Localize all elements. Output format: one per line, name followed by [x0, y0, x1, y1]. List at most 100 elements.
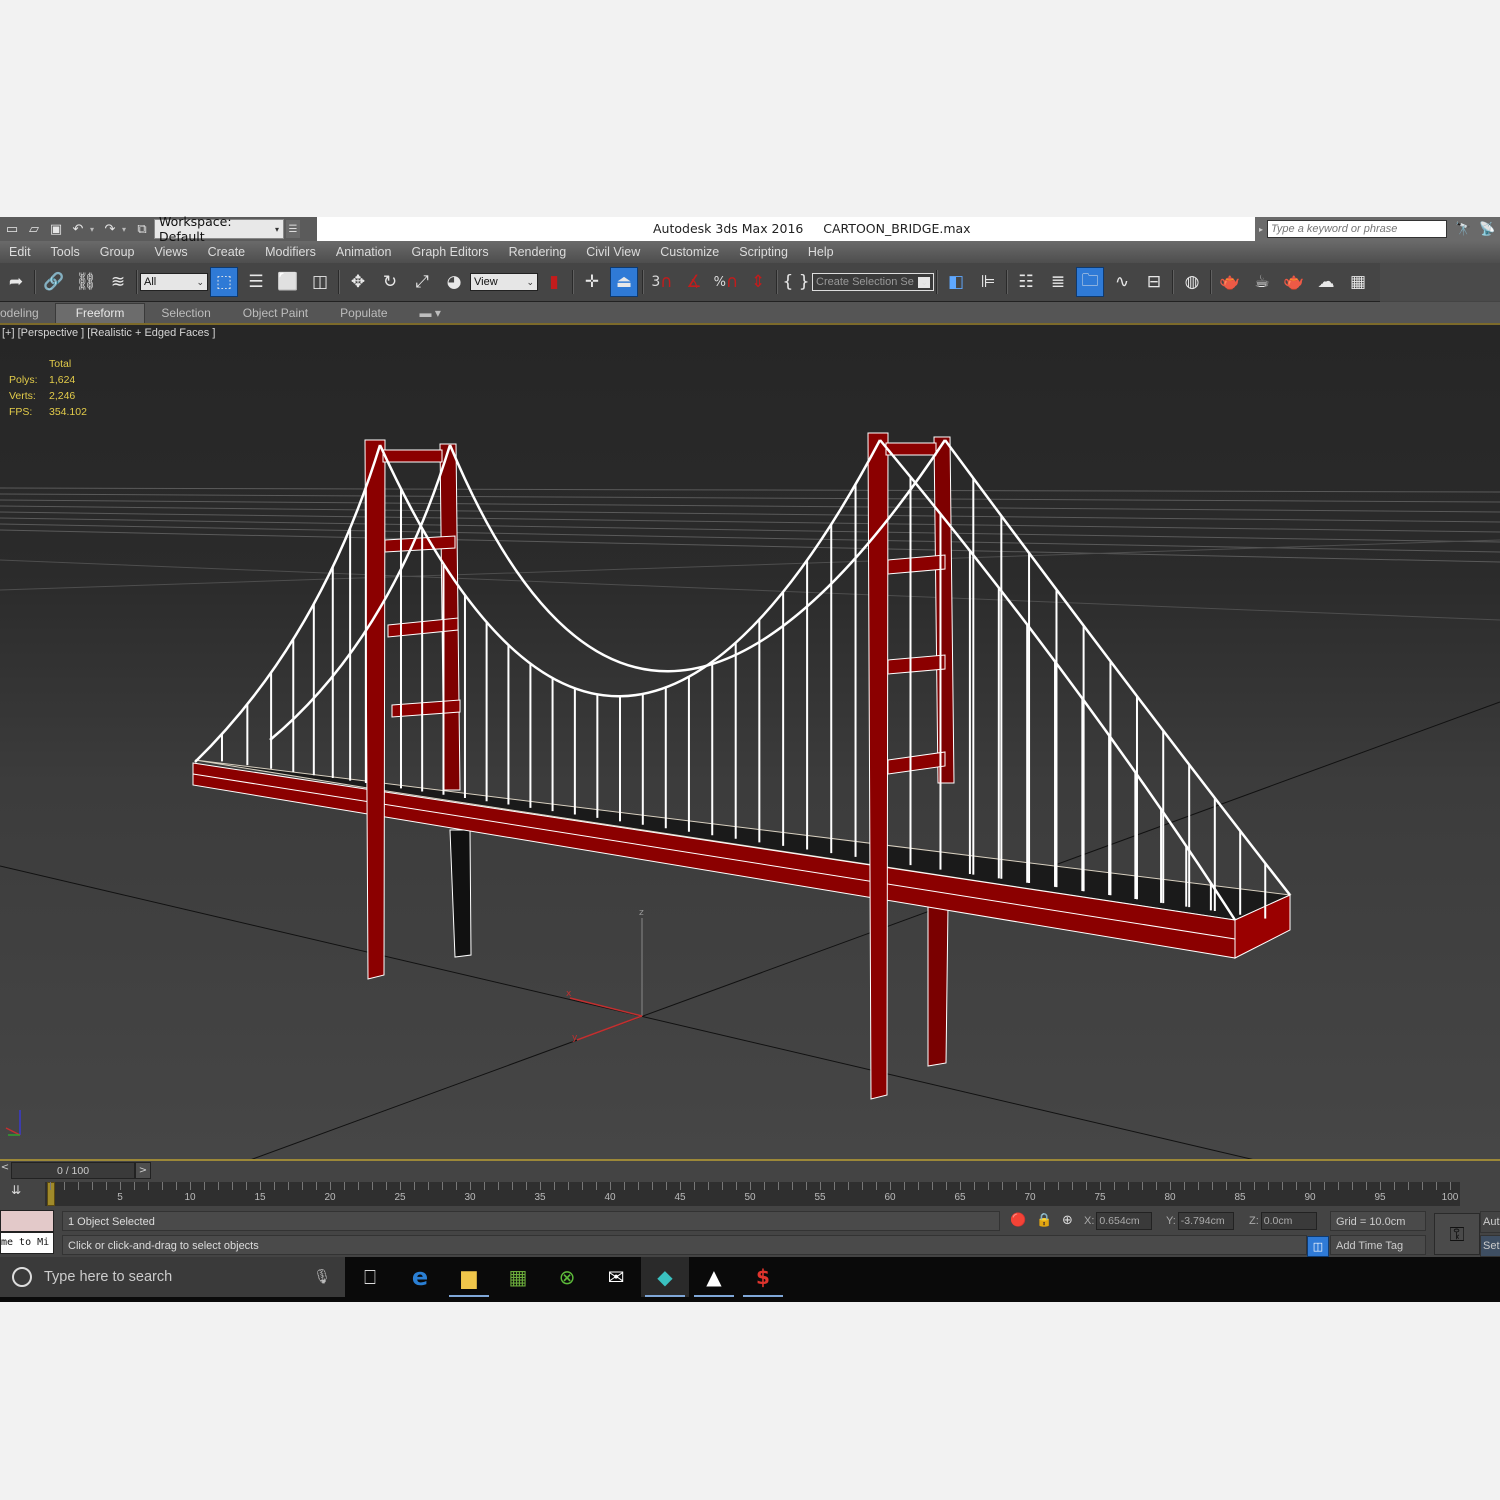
set-key-button[interactable]: Set — [1480, 1235, 1500, 1257]
curve-editor-icon[interactable]: ∿ — [1108, 267, 1136, 297]
tab-populate[interactable]: Populate — [324, 303, 403, 322]
undo-icon[interactable]: ↶ — [68, 220, 88, 238]
rectangular-selection-icon[interactable]: ⬜ — [274, 267, 302, 297]
scene-explorer-icon[interactable]: ☷ — [1012, 267, 1040, 297]
select-rotate-icon[interactable]: ↻ — [376, 267, 404, 297]
time-tag-icon[interactable]: ◫ — [1307, 1236, 1329, 1257]
isolate-selection-icon[interactable]: 🔴 — [1010, 1213, 1026, 1228]
selection-filter-dropdown[interactable]: All ⌄ — [140, 273, 208, 291]
project-folder-icon[interactable]: ⧉ — [132, 220, 152, 238]
save-icon[interactable]: ▣ — [46, 220, 66, 238]
unlink-icon[interactable]: ⛓ — [72, 267, 100, 297]
open-file-icon[interactable]: ▱ — [24, 220, 44, 238]
bind-space-warp-icon[interactable]: ≋ — [104, 267, 132, 297]
curve-editor-mini-icon[interactable]: ⇊ — [5, 1183, 27, 1203]
tab-freeform[interactable]: Freeform — [54, 302, 146, 323]
select-move-icon[interactable]: ✥ — [344, 267, 372, 297]
menu-animation[interactable]: Animation — [327, 245, 403, 259]
pivot-center-icon[interactable]: ▮ — [540, 267, 568, 297]
undo-dropdown-icon[interactable]: ▾ — [90, 225, 98, 234]
time-next-button[interactable]: > — [135, 1162, 151, 1179]
menu-tools[interactable]: Tools — [42, 245, 91, 259]
network-app-icon[interactable]: ▦ — [494, 1257, 542, 1297]
menu-scripting[interactable]: Scripting — [730, 245, 799, 259]
new-file-icon[interactable]: ▭ — [2, 220, 22, 238]
menu-create[interactable]: Create — [199, 245, 257, 259]
current-frame-marker[interactable] — [47, 1182, 55, 1206]
file-explorer-icon[interactable]: ▆ — [445, 1257, 493, 1297]
3ds-max-icon[interactable]: ◆ — [641, 1257, 689, 1297]
menu-help[interactable]: Help — [799, 245, 845, 259]
menu-modifiers[interactable]: Modifiers — [256, 245, 327, 259]
window-crossing-icon[interactable]: ◫ — [306, 267, 334, 297]
edit-named-selection-icon[interactable]: { } — [782, 267, 810, 297]
communication-center-icon[interactable]: 📡 — [1479, 222, 1495, 237]
expand-arrow-icon[interactable]: ▸ — [1255, 225, 1267, 234]
menu-civil-view[interactable]: Civil View — [577, 245, 651, 259]
manipulate-icon[interactable]: ✛ — [578, 267, 606, 297]
reference-coordinate-dropdown[interactable]: View ⌄ — [470, 273, 538, 291]
rendered-frame-window-icon[interactable]: ☕ — [1248, 267, 1276, 297]
redo-icon[interactable]: ↷ — [100, 220, 120, 238]
add-time-tag[interactable]: Add Time Tag — [1330, 1235, 1426, 1255]
angle-snap-icon[interactable]: ∡ — [680, 267, 708, 297]
spinner-snap-icon[interactable]: ⇕ — [744, 267, 772, 297]
material-editor-icon[interactable]: ◍ — [1178, 267, 1206, 297]
snaps-toggle-icon[interactable]: 3 ∩ — [648, 267, 676, 297]
menu-graph-editors[interactable]: Graph Editors — [402, 245, 499, 259]
select-scale-icon[interactable]: ⤢ — [408, 267, 436, 297]
perspective-viewport[interactable]: z x y [+] [Perspective ] [Realistic + Edge… — [0, 325, 1500, 1159]
maxscript-mini-listener[interactable] — [0, 1210, 54, 1232]
set-key-icon[interactable]: ⚿ — [1434, 1213, 1480, 1255]
keyboard-shortcut-override-icon[interactable]: ⏏ — [610, 267, 638, 297]
maxscript-input[interactable]: me to Mi — [0, 1232, 54, 1254]
redo-dropdown-icon[interactable]: ▾ — [122, 225, 130, 234]
z-value-field[interactable]: 0.0cm — [1260, 1212, 1317, 1230]
time-slider-thumb[interactable]: 0 / 100 — [11, 1162, 135, 1179]
menu-views[interactable]: Views — [145, 245, 198, 259]
track-ruler[interactable]: 5 10 15 20 25 30 35 40 45 50 55 60 65 70 75 80 85 90 95 100 — [45, 1182, 1460, 1206]
microphone-icon[interactable]: 🎙 — [313, 1269, 331, 1285]
keyword-search-input[interactable] — [1267, 220, 1447, 238]
x-value-field[interactable]: 0.654cm — [1096, 1212, 1153, 1230]
tab-object-paint[interactable]: Object Paint — [227, 303, 324, 322]
workspace-dropdown[interactable]: Workspace: Default ▾ — [154, 214, 284, 244]
percent-snap-icon[interactable]: % ∩ — [712, 267, 740, 297]
tab-modeling[interactable]: odeling — [0, 303, 55, 322]
task-view-icon[interactable]: ⎕ — [346, 1257, 394, 1297]
render-production-icon[interactable]: 🫖 — [1280, 267, 1308, 297]
toggle-ribbon-icon[interactable]: 🗀 — [1076, 267, 1104, 297]
named-selection-dropdown[interactable]: Create Selection Se ⌄ — [812, 273, 934, 291]
select-by-name-icon[interactable]: ☰ — [242, 267, 270, 297]
mirror-icon[interactable]: ◧ — [942, 267, 970, 297]
ribbon-options-icon[interactable]: ▬ ▾ — [404, 303, 457, 322]
substance-icon[interactable]: $ — [739, 1257, 787, 1297]
auto-key-button[interactable]: Auto — [1480, 1211, 1500, 1233]
render-gallery-icon[interactable]: ▦ — [1344, 267, 1372, 297]
binoculars-icon[interactable]: 🔭 — [1455, 222, 1471, 237]
customize-qa-icon[interactable]: ☰ — [286, 220, 300, 238]
xbox-icon[interactable]: ⊗ — [543, 1257, 591, 1297]
align-icon[interactable]: ⊫ — [974, 267, 1002, 297]
menu-group[interactable]: Group — [91, 245, 146, 259]
absolute-mode-icon[interactable]: ⊕ — [1062, 1213, 1073, 1228]
menu-edit[interactable]: Edit — [0, 245, 42, 259]
render-in-cloud-icon[interactable]: ☁ — [1312, 267, 1340, 297]
taskbar-search[interactable]: Type here to search 🎙 — [0, 1257, 345, 1297]
edge-browser-icon[interactable]: e — [396, 1257, 444, 1297]
tab-selection[interactable]: Selection — [145, 303, 226, 322]
select-object-icon[interactable]: ⬚ — [210, 267, 238, 297]
menu-customize[interactable]: Customize — [651, 245, 730, 259]
link-icon[interactable]: 🔗 — [40, 267, 68, 297]
mail-icon[interactable]: ✉ — [592, 1257, 640, 1297]
y-value-field[interactable]: -3.794cm — [1177, 1212, 1234, 1230]
redo-arrow-icon[interactable]: ➦ — [2, 267, 30, 297]
schematic-view-icon[interactable]: ⊟ — [1140, 267, 1168, 297]
time-prev-button[interactable]: < — [0, 1162, 10, 1178]
menu-rendering[interactable]: Rendering — [500, 245, 578, 259]
layer-explorer-icon[interactable]: ≣ — [1044, 267, 1072, 297]
select-place-icon[interactable]: ◕ — [440, 267, 468, 297]
photos-icon[interactable]: ▲ — [690, 1257, 738, 1297]
render-setup-icon[interactable]: 🫖 — [1216, 267, 1244, 297]
selection-lock-icon[interactable]: 🔒 — [1036, 1213, 1052, 1228]
